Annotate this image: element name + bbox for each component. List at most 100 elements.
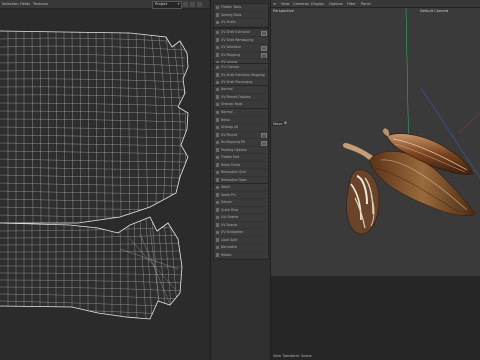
tool-icon: [215, 20, 219, 24]
option-checkbox[interactable]: [261, 30, 267, 36]
tool-item[interactable]: Rotate: [214, 252, 268, 259]
tool-item[interactable]: UV Checker: [214, 64, 268, 72]
tool-item[interactable]: UV Shell Remapping: [214, 37, 268, 44]
scene-objects: [342, 8, 480, 235]
lock-icon[interactable]: [183, 1, 188, 7]
option-checkbox[interactable]: [261, 133, 267, 139]
tool-icon: [215, 208, 219, 212]
tool-item[interactable]: Relax: [214, 117, 268, 124]
tool-icon: [215, 30, 219, 34]
tool-icon: [215, 170, 219, 174]
tool-icon: [215, 118, 219, 122]
tool-item[interactable]: Cut Seams: [214, 214, 268, 222]
menu-filter[interactable]: Filter: [347, 1, 356, 7]
tool-item[interactable]: Normalize: [214, 244, 268, 252]
tool-item[interactable]: UV Seams: [214, 222, 268, 229]
option-checkbox[interactable]: [261, 45, 267, 51]
uv-menubar: Selection Fields Textures Project ▾: [0, 0, 209, 9]
menu-textures[interactable]: Textures: [33, 1, 48, 7]
tool-item[interactable]: Packing Options: [214, 147, 268, 154]
tool-icon: [215, 38, 219, 42]
viewport-bottom-area: View Transform: Scene: [271, 276, 480, 360]
tool-icon: [215, 163, 219, 167]
tool-icon: [215, 178, 219, 182]
settings-icon[interactable]: [190, 1, 195, 7]
tool-icon: [215, 253, 219, 257]
tool-icon: [215, 13, 219, 17]
tool-item[interactable]: Seam Pin: [214, 192, 268, 199]
projection-value: Project: [155, 2, 168, 6]
tool-item[interactable]: Flatten Edit: [214, 154, 268, 162]
tool-item[interactable]: Relax Shells: [214, 162, 268, 169]
tool-item[interactable]: Normal: [214, 109, 268, 117]
tool-icon: [215, 215, 219, 219]
display-icon[interactable]: [197, 1, 202, 7]
tool-item[interactable]: UV Straighten: [214, 229, 268, 237]
tool-icon: [215, 148, 219, 152]
tool-group-2: UV Shell Extractor UV Shell Remapping UV…: [213, 28, 269, 68]
menu-view[interactable]: View: [281, 1, 290, 7]
tool-icon: [215, 140, 219, 144]
chevron-down-icon: ▾: [177, 2, 180, 6]
tool-group-3: UV Checker UV Shell Extractor Mapping UV…: [213, 63, 269, 88]
tool-item[interactable]: UV Shells: [214, 19, 268, 27]
tool-item[interactable]: Unwrap All: [214, 124, 268, 132]
seed-striped[interactable]: [346, 169, 380, 235]
tool-group-4: Normal UV Pinned Options Unwrap Tools: [213, 85, 269, 110]
tool-item[interactable]: Normal: [214, 86, 268, 94]
tool-item[interactable]: UV Shell Extractor: [214, 29, 268, 37]
tool-icon: [215, 238, 219, 242]
tool-icon: [215, 110, 219, 114]
tool-item[interactable]: UV Mapping: [214, 52, 268, 59]
menu-options[interactable]: Options: [329, 1, 343, 7]
tool-item[interactable]: UV Selection: [214, 44, 268, 52]
tool-icon: [215, 65, 219, 69]
menu-panel[interactable]: Panel: [361, 1, 371, 7]
uv-editor-pane: Selection Fields Textures Project ▾: [0, 0, 209, 360]
x-axis-line: [458, 112, 480, 134]
tool-icon: [215, 5, 219, 9]
tool-icon: [215, 230, 219, 234]
menu-fields[interactable]: Fields: [20, 1, 30, 7]
projection-select[interactable]: Project ▾: [152, 1, 182, 9]
viewport-menubar: ≡ View Cameras Display Options Filter Pa…: [271, 0, 480, 8]
uv-canvas[interactable]: [0, 9, 209, 360]
viewport-menu-icon[interactable]: ≡: [273, 1, 276, 7]
tool-icon: [215, 73, 219, 77]
tool-item[interactable]: Flatten Tools: [214, 4, 268, 12]
tool-item[interactable]: Detach: [214, 199, 268, 207]
tool-icon: [215, 193, 219, 197]
tool-icon: [215, 133, 219, 137]
option-checkbox[interactable]: [261, 140, 267, 146]
uv-shell-lower[interactable]: [0, 214, 209, 324]
uv-shell-upper[interactable]: [0, 29, 209, 229]
viewport-3d-pane: ≡ View Cameras Display Options Filter Pa…: [271, 0, 480, 360]
tool-item[interactable]: UV Pinned Options: [214, 94, 268, 101]
option-checkbox[interactable]: [261, 53, 267, 59]
tool-item[interactable]: UV Pinned: [214, 132, 268, 139]
viewport-canvas[interactable]: Perspective Default Camera Move ⊕: [271, 8, 480, 276]
tool-icon: [215, 45, 219, 49]
uv-tool-panel: Flatten Tools Sewing Tools UV Shells UV …: [210, 0, 271, 360]
tool-group-6: Stitch Seam Pin Detach Quick Ring Cut Se…: [213, 183, 269, 260]
tool-icon: [215, 185, 219, 189]
menu-display[interactable]: Display: [311, 1, 324, 7]
tool-icon: [215, 155, 219, 159]
tool-item[interactable]: UV Shell Extractor Mapping: [214, 72, 268, 79]
tool-group-1: Flatten Tools Sewing Tools UV Shells: [213, 3, 269, 28]
tool-item[interactable]: Quick Ring: [214, 207, 268, 214]
tool-item[interactable]: Sewing Tools: [214, 12, 268, 19]
tool-item[interactable]: Relaxation Grid: [214, 169, 268, 177]
tool-icon: [215, 95, 219, 99]
tool-icon: [215, 53, 219, 57]
tool-icon: [215, 200, 219, 204]
menu-selection[interactable]: Selection: [2, 1, 19, 7]
menu-cameras[interactable]: Cameras: [293, 1, 309, 7]
tool-icon: [215, 125, 219, 129]
tool-icon: [215, 80, 219, 84]
view-transform-status: View Transform: Scene: [273, 354, 312, 358]
tool-item[interactable]: Re-Mapping Fill: [214, 139, 268, 147]
tool-item[interactable]: Stitch: [214, 184, 268, 192]
tool-item[interactable]: Local Split: [214, 237, 268, 244]
tool-icon: [215, 87, 219, 91]
